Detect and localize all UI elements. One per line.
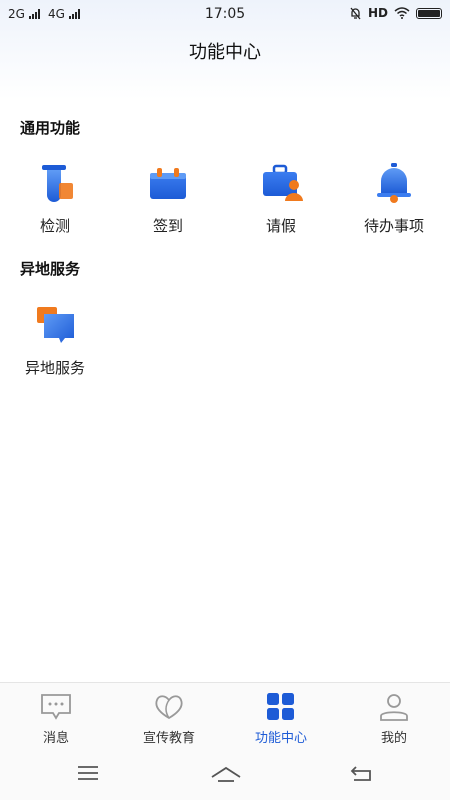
bottom-tab-bar: 消息 宣传教育 功能中心 我的 [0,682,450,751]
tab-mine[interactable]: 我的 [338,683,450,751]
function-item-test[interactable]: 检测 [5,163,105,243]
leaf-heart-icon [155,695,183,720]
function-label: 请假 [265,217,296,235]
bell-icon [377,163,411,203]
function-label: 待办事项 [363,217,424,235]
wifi-icon [394,7,410,19]
tab-education[interactable]: 宣传教育 [113,683,225,751]
tab-label: 消息 [42,731,69,746]
home-icon[interactable] [210,765,242,783]
tab-label: 我的 [380,731,407,746]
status-right: HD [349,6,442,20]
function-item-signin[interactable]: 签到 [118,163,218,243]
tab-label: 宣传教育 [142,731,195,746]
tab-function-center[interactable]: 功能中心 [225,683,337,751]
hd-label: HD [367,6,388,20]
page-title: 功能中心 [189,42,261,63]
status-bar: 2G 4G 17:05 HD [0,0,450,28]
briefcase-person-icon [263,164,303,201]
system-navigation-bar [0,750,450,800]
test-tube-icon [42,165,73,202]
function-label: 签到 [152,217,183,235]
function-item-todo[interactable]: 待办事项 [344,163,444,243]
message-icon [41,694,71,720]
grid-icon [267,693,294,720]
bell-off-icon [350,7,361,19]
function-label: 异地服务 [24,359,85,377]
back-icon[interactable] [350,765,374,783]
menu-icon[interactable] [77,765,99,781]
function-item-remote-service[interactable]: 异地服务 [5,305,105,385]
section-title-general: 通用功能 [20,119,81,137]
section-title-remote: 异地服务 [20,260,81,278]
function-item-leave[interactable]: 请假 [231,163,331,243]
chat-bubbles-icon [37,307,74,343]
person-icon [380,694,408,721]
tab-messages[interactable]: 消息 [0,683,112,751]
tab-label: 功能中心 [254,731,307,746]
function-label: 检测 [39,217,70,235]
calendar-icon [150,168,186,199]
battery-icon [416,7,442,19]
